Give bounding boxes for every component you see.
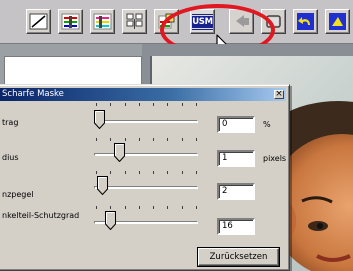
color-balance-alt-button[interactable] <box>90 9 115 34</box>
toolbar: USM <box>0 0 353 58</box>
extra-button[interactable] <box>325 9 350 34</box>
slider-tick <box>110 103 112 106</box>
slider-tick <box>181 103 183 106</box>
close-icon: × <box>275 89 283 99</box>
amount-label: trag <box>2 118 19 127</box>
slider-tick <box>181 138 183 141</box>
slider-tick <box>124 206 126 209</box>
slider-tick <box>124 138 126 141</box>
slider-tick <box>110 206 112 209</box>
slider-tick <box>167 103 169 106</box>
slider-tick <box>153 103 155 106</box>
slider-tick <box>110 171 112 174</box>
close-button[interactable]: × <box>274 89 284 99</box>
unsharp-mask-dialog: Scharfe Maske × trag 0 % dius 1 pixels n… <box>0 84 290 271</box>
threshold-ticks <box>96 171 197 175</box>
slider-tick <box>153 171 155 174</box>
radius-slider-thumb[interactable] <box>114 143 126 162</box>
slider-tick <box>124 103 126 106</box>
slider-tick <box>138 206 140 209</box>
radius-unit: pixels <box>263 154 287 163</box>
radius-ticks <box>96 138 197 142</box>
slider-tick <box>96 171 97 174</box>
threshold-input[interactable]: 2 <box>217 183 255 200</box>
slider-tick <box>196 171 197 174</box>
slider-tick <box>96 138 97 141</box>
slider-tick <box>124 171 126 174</box>
extra-icon <box>329 13 346 30</box>
fine-detail-protection-slider-thumb[interactable] <box>105 211 117 230</box>
amount-unit: % <box>263 120 271 129</box>
slider-tick <box>196 138 197 141</box>
amount-input[interactable]: 0 <box>217 116 255 133</box>
amount-ticks <box>96 103 197 107</box>
undo-button[interactable] <box>293 9 318 34</box>
undo-icon <box>297 13 314 30</box>
slider-tick <box>167 138 169 141</box>
radius-input[interactable]: 1 <box>217 150 255 167</box>
slider-tick <box>196 206 197 209</box>
variations-grid-button[interactable] <box>122 9 147 34</box>
slider-tick <box>153 206 155 209</box>
dialog-title: Scharfe Maske <box>2 89 64 99</box>
slider-tick <box>196 103 197 106</box>
reset-button[interactable]: Zurücksetzen <box>198 248 279 266</box>
threshold-slider-thumb[interactable] <box>96 176 108 195</box>
tone-curve-button[interactable] <box>26 9 51 34</box>
color-balance-icon <box>61 13 80 30</box>
color-balance-alt-icon <box>93 13 112 30</box>
dialog-titlebar[interactable]: Scharfe Maske × <box>0 88 286 101</box>
slider-tick <box>110 138 112 141</box>
radius-slider-track[interactable] <box>94 153 198 156</box>
slider-tick <box>181 171 183 174</box>
tone-curve-icon <box>29 13 48 30</box>
fine-detail-protection-label: nkelteil-Schutzgrad <box>2 211 80 220</box>
slider-tick <box>138 103 140 106</box>
radius-label: dius <box>2 153 19 162</box>
slider-tick <box>181 206 183 209</box>
amount-slider-thumb[interactable] <box>94 110 105 129</box>
slider-tick <box>138 171 140 174</box>
variations-grid-icon <box>126 13 143 29</box>
amount-slider-track[interactable] <box>94 120 198 123</box>
color-balance-button[interactable] <box>58 9 83 34</box>
fine-detail-protection-ticks <box>96 206 197 210</box>
fine-detail-protection-input[interactable]: 16 <box>217 218 255 235</box>
threshold-label: nzpegel <box>2 190 34 199</box>
slider-tick <box>138 138 140 141</box>
slider-tick <box>167 171 169 174</box>
slider-tick <box>96 103 97 106</box>
slider-tick <box>167 206 169 209</box>
slider-tick <box>153 138 155 141</box>
threshold-slider-track[interactable] <box>94 186 198 189</box>
slider-tick <box>96 206 97 209</box>
